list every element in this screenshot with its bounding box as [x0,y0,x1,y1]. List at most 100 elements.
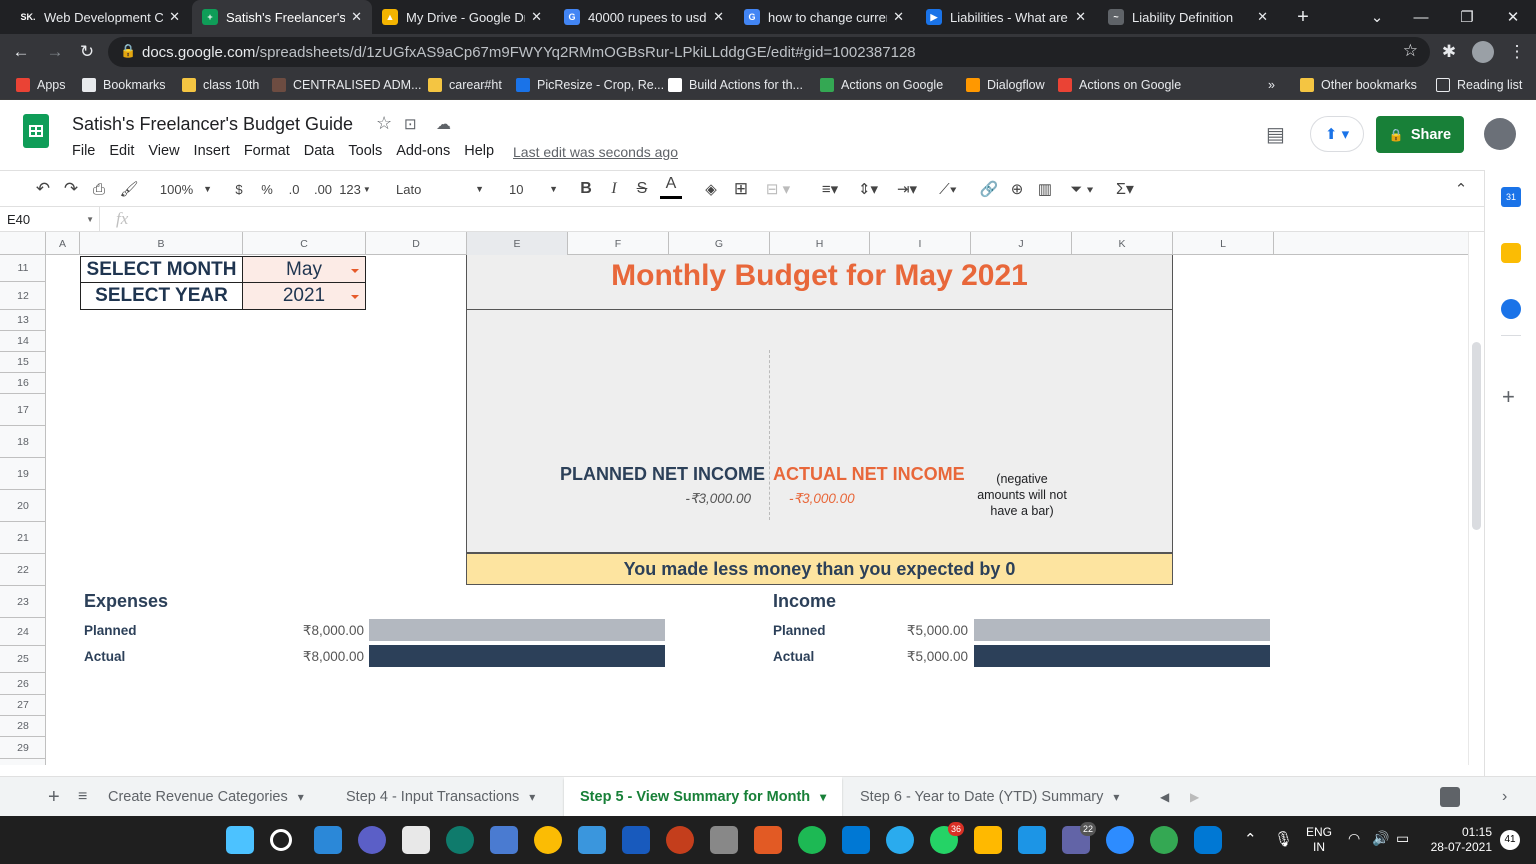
add-addon-icon[interactable]: + [1502,384,1515,410]
spotify-icon[interactable] [798,826,826,854]
row-header[interactable]: 16 [0,373,46,394]
percent-button[interactable]: % [258,171,276,207]
row-header[interactable]: 18 [0,426,46,458]
close-tab-icon[interactable]: ✕ [531,9,542,25]
cloud-status-icon[interactable]: ☁ [436,115,451,133]
close-tab-icon[interactable]: ✕ [1075,9,1086,25]
decrease-decimal-button[interactable]: .0 [283,171,305,207]
tray-overflow-icon[interactable]: ⌃ [1244,830,1257,848]
present-button[interactable]: ⬆ ▾ [1310,116,1364,152]
start-icon[interactable] [226,826,254,854]
wifi-icon[interactable]: ◠ [1348,830,1360,847]
task-view-icon[interactable] [314,826,342,854]
calendar-icon[interactable]: 31 [1501,187,1521,207]
close-tab-icon[interactable]: ✕ [713,9,724,25]
column-header[interactable]: F [568,232,669,255]
browser-tab[interactable]: G 40000 rupees to usd - ✕ [554,0,734,34]
text-color-icon[interactable]: A [660,171,682,199]
reload-icon[interactable]: ↻ [72,34,102,70]
browser-tab[interactable]: SK. Web Development Co ✕ [10,0,190,34]
row-header[interactable]: 11 [0,255,46,282]
number-format-button[interactable]: 123 ▼ [338,171,372,207]
bookmark-item[interactable]: CENTRALISED ADM... [272,70,422,100]
font-select[interactable]: Lato ▼ [388,171,488,207]
notification-count[interactable]: 41 [1500,830,1520,850]
row-header[interactable]: 26 [0,673,46,695]
explore-icon[interactable] [1440,787,1460,807]
column-header[interactable]: D [366,232,467,255]
bold-icon[interactable]: B [576,171,596,207]
paint-format-icon[interactable]: 🖌 [118,171,140,207]
functions-icon[interactable]: Σ▾ [1108,171,1142,207]
bookmark-item[interactable]: Bookmarks [82,70,166,100]
insert-comment-icon[interactable]: ⊕ [1006,171,1028,207]
borders-icon[interactable]: ⊞ [730,171,752,207]
menu-tools[interactable]: Tools [348,143,382,159]
bookmark-item[interactable]: carear#ht [428,70,502,100]
sheet-tab[interactable]: Step 6 - Year to Date (YTD) Summary ▾ [844,777,1144,817]
star-icon[interactable]: ☆ [376,113,392,134]
fill-color-icon[interactable]: ◈ [700,171,722,207]
insert-link-icon[interactable]: 🔗 [978,171,1000,207]
new-tab-button[interactable]: + [1280,0,1326,34]
close-tab-icon[interactable]: ✕ [893,9,904,25]
file-explorer-icon[interactable] [974,826,1002,854]
row-header[interactable]: 22 [0,554,46,586]
row-header[interactable]: 21 [0,522,46,554]
menu-edit[interactable]: Edit [109,143,134,159]
undo-icon[interactable]: ↶ [32,171,54,207]
menu-help[interactable]: Help [464,143,494,159]
menu-file[interactable]: File [72,143,95,159]
close-tab-icon[interactable]: ✕ [351,9,362,25]
language-indicator[interactable]: ENG IN [1300,825,1338,855]
sheets-logo-icon[interactable] [23,114,49,148]
chrome-icon[interactable] [534,826,562,854]
back-icon[interactable]: ← [6,34,36,70]
extensions-icon[interactable]: ✱ [1434,34,1464,70]
chrome-menu-icon[interactable]: ⋮ [1502,34,1532,70]
share-button[interactable]: 🔒 Share [1376,116,1464,153]
volume-icon[interactable]: 🔊 [1372,830,1389,847]
row-header[interactable]: 17 [0,394,46,426]
chevron-down-icon[interactable]: ▾ [1113,790,1119,804]
close-tab-icon[interactable]: ✕ [169,9,180,25]
bookmark-item[interactable]: Actions on Google [820,70,943,100]
sheet-tab[interactable]: Create Revenue Categories ▾ [108,777,318,817]
column-header[interactable]: I [870,232,971,255]
minimize-icon[interactable]: — [1398,0,1444,34]
browser-tab[interactable]: ~ Liability Definition ✕ [1098,0,1278,34]
filter-icon[interactable]: ⏷ ▾ [1062,171,1102,207]
row-header[interactable]: 20 [0,490,46,522]
zoom-icon[interactable] [1106,826,1134,854]
row-header[interactable]: 29 [0,737,46,759]
strikethrough-icon[interactable]: S [632,171,652,207]
year-dropdown[interactable]: 2021 [242,282,366,310]
chevron-down-icon[interactable]: ▾ [820,790,826,804]
row-header[interactable]: 24 [0,618,46,646]
menu-insert[interactable]: Insert [194,143,230,159]
scrollbar-thumb[interactable] [1472,342,1481,530]
increase-decimal-button[interactable]: .00 [310,171,336,207]
sheet-tab[interactable]: Step 5 - View Summary for Month ▾ [564,777,842,817]
user-avatar[interactable] [1484,118,1516,150]
column-header[interactable]: A [46,232,80,255]
column-header[interactable]: K [1072,232,1173,255]
camera-icon[interactable] [710,826,738,854]
sheet-tab[interactable]: Step 4 - Input Transactions ▾ [330,777,552,817]
chrome-profile-icon[interactable] [1150,826,1178,854]
column-header[interactable]: C [243,232,366,255]
row-header[interactable]: 15 [0,352,46,373]
horizontal-align-icon[interactable]: ≡▾ [814,171,846,207]
show-side-panel-icon[interactable]: › [1502,777,1507,817]
tab-search-icon[interactable]: ⌄ [1354,0,1400,34]
add-sheet-icon[interactable]: + [48,777,60,817]
column-header[interactable]: E [467,232,568,255]
powerpoint-icon[interactable] [666,826,694,854]
column-header[interactable]: B [80,232,243,255]
whatsapp-icon[interactable]: 36 [930,822,964,854]
menu-data[interactable]: Data [304,143,335,159]
bookmark-item[interactable]: PicResize - Crop, Re... [516,70,664,100]
restore-icon[interactable]: ❐ [1444,0,1490,34]
desktop-icon[interactable] [578,826,606,854]
scroll-right-icon[interactable]: ▶ [1190,777,1199,817]
